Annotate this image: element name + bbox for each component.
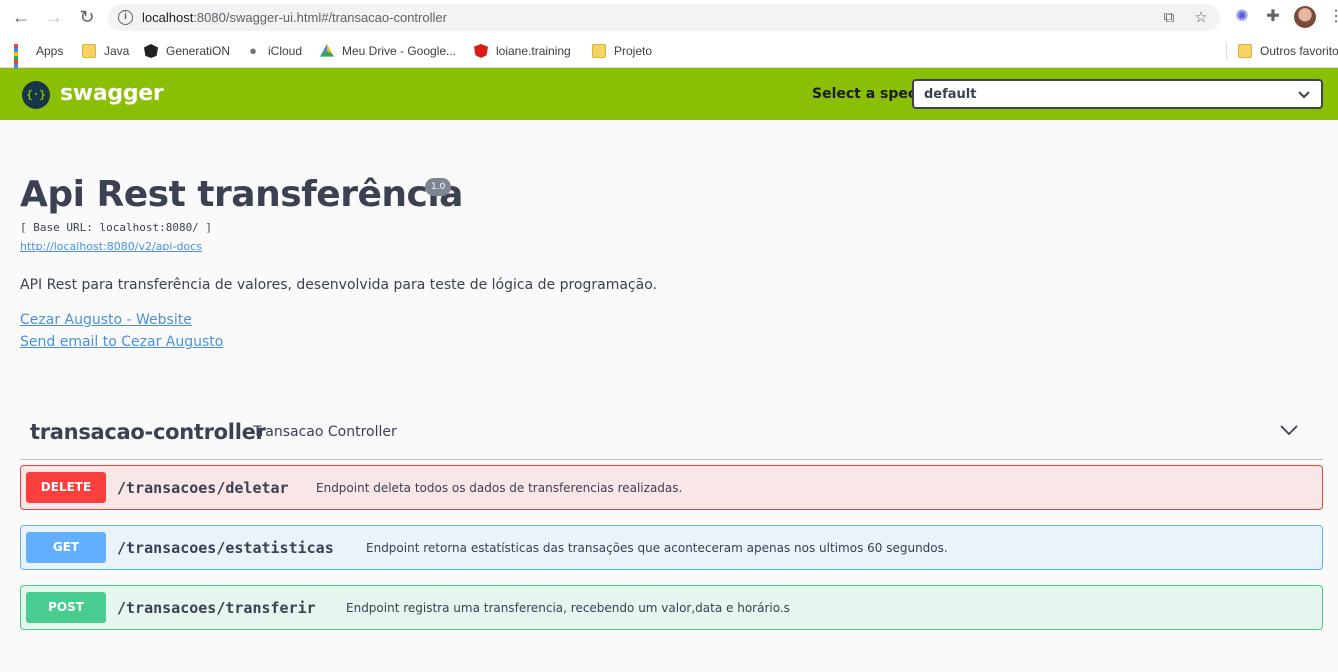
bookmark-label: loiane.training (496, 44, 571, 58)
tag-section-header[interactable]: transacao-controller Transacao Controlle… (20, 408, 1323, 460)
bookmark-google-drive[interactable]: Meu Drive - Google... (320, 42, 456, 60)
bookmark-loiane[interactable]: loiane.training (474, 42, 571, 60)
spec-select[interactable]: default (912, 79, 1323, 109)
contact-email-link[interactable]: Send email to Cezar Augusto (20, 334, 223, 350)
spec-select-value: default (924, 87, 977, 102)
bookmark-star-icon[interactable]: ☆ (1192, 9, 1210, 27)
bookmarks-divider (1226, 42, 1227, 60)
operation-summary: Endpoint deleta todos os dados de transf… (316, 481, 683, 495)
angular-red-icon (474, 44, 488, 58)
swagger-logo-text[interactable]: swagger (60, 81, 164, 106)
tag-description: Transacao Controller (253, 424, 397, 440)
bookmarks-bar: Apps Java GeneratiON ● iCloud Meu Drive … (0, 34, 1338, 80)
profile-avatar[interactable] (1294, 6, 1316, 28)
bookmark-other-favorites[interactable]: Outros favoritos (1238, 42, 1338, 60)
tag-name: transacao-controller (30, 420, 266, 444)
bookmark-label: iCloud (268, 44, 303, 58)
bookmark-apps[interactable]: Apps (14, 42, 64, 80)
bookmark-generation[interactable]: GeneratiON (144, 42, 230, 60)
api-title: Api Rest transferência (20, 174, 463, 215)
method-badge-delete: DELETE (26, 472, 106, 503)
method-badge-post: POST (26, 592, 106, 623)
swagger-topbar: {·} swagger Select a spec default (0, 68, 1338, 120)
back-icon[interactable]: ← (10, 6, 32, 28)
folder-icon (82, 44, 96, 58)
bookmark-label: GeneratiON (166, 44, 231, 58)
operation-path: /transacoes/estatisticas (117, 539, 334, 557)
address-bar[interactable]: i localhost:8080/swagger-ui.html#/transa… (108, 4, 1220, 31)
operation-summary: Endpoint registra uma transferencia, rec… (346, 601, 790, 615)
browser-toolbar: ← → ↻ i localhost:8080/swagger-ui.html#/… (0, 0, 1338, 34)
base-url: [ Base URL: localhost:8080/ ] (20, 221, 213, 234)
select-spec-label: Select a spec (812, 86, 917, 102)
bookmark-java[interactable]: Java (82, 42, 129, 60)
method-badge-get: GET (26, 532, 106, 563)
forward-icon[interactable]: → (43, 6, 65, 28)
swagger-logo-icon[interactable]: {·} (22, 81, 50, 109)
bookmark-label: Apps (36, 44, 64, 58)
operation-delete[interactable]: DELETE /transacoes/deletar Endpoint dele… (20, 465, 1323, 510)
chevron-down-icon[interactable] (1279, 420, 1299, 440)
operation-summary: Endpoint retorna estatísticas das transa… (366, 541, 948, 555)
operation-post[interactable]: POST /transacoes/transferir Endpoint reg… (20, 585, 1323, 630)
extension-gear-icon[interactable]: ✺ (1232, 7, 1252, 27)
api-docs-link[interactable]: http://localhost:8080/v2/api-docs (20, 240, 202, 253)
folder-icon (592, 44, 606, 58)
bookmark-icloud[interactable]: ● iCloud (246, 42, 302, 60)
bookmark-label: Meu Drive - Google... (342, 44, 457, 58)
site-info-icon[interactable]: i (118, 10, 133, 25)
bookmark-label: Outros favoritos (1260, 44, 1338, 58)
chevron-down-icon (1297, 84, 1311, 107)
bookmark-label: Java (104, 44, 130, 58)
menu-kebab-icon[interactable]: ⋮ (1326, 7, 1338, 27)
google-drive-icon (320, 44, 334, 57)
operation-path: /transacoes/deletar (117, 479, 289, 497)
angular-dark-icon (144, 44, 158, 58)
url-text[interactable]: localhost:8080/swagger-ui.html#/transaca… (142, 10, 447, 25)
folder-icon (1238, 44, 1252, 58)
bookmark-projeto[interactable]: Projeto (592, 42, 652, 60)
apps-grid-icon (14, 44, 28, 80)
operation-get[interactable]: GET /transacoes/estatisticas Endpoint re… (20, 525, 1323, 570)
operation-path: /transacoes/transferir (117, 599, 316, 617)
translate-icon[interactable]: ⧉ (1160, 9, 1178, 27)
bookmark-label: Projeto (614, 44, 653, 58)
apple-icon: ● (249, 43, 257, 58)
version-badge: 1.0 (425, 178, 452, 196)
reload-icon[interactable]: ↻ (76, 6, 98, 28)
api-description: API Rest para transferência de valores, … (20, 277, 657, 293)
extensions-puzzle-icon[interactable]: ✚ (1263, 7, 1283, 27)
contact-website-link[interactable]: Cezar Augusto - Website (20, 312, 192, 328)
